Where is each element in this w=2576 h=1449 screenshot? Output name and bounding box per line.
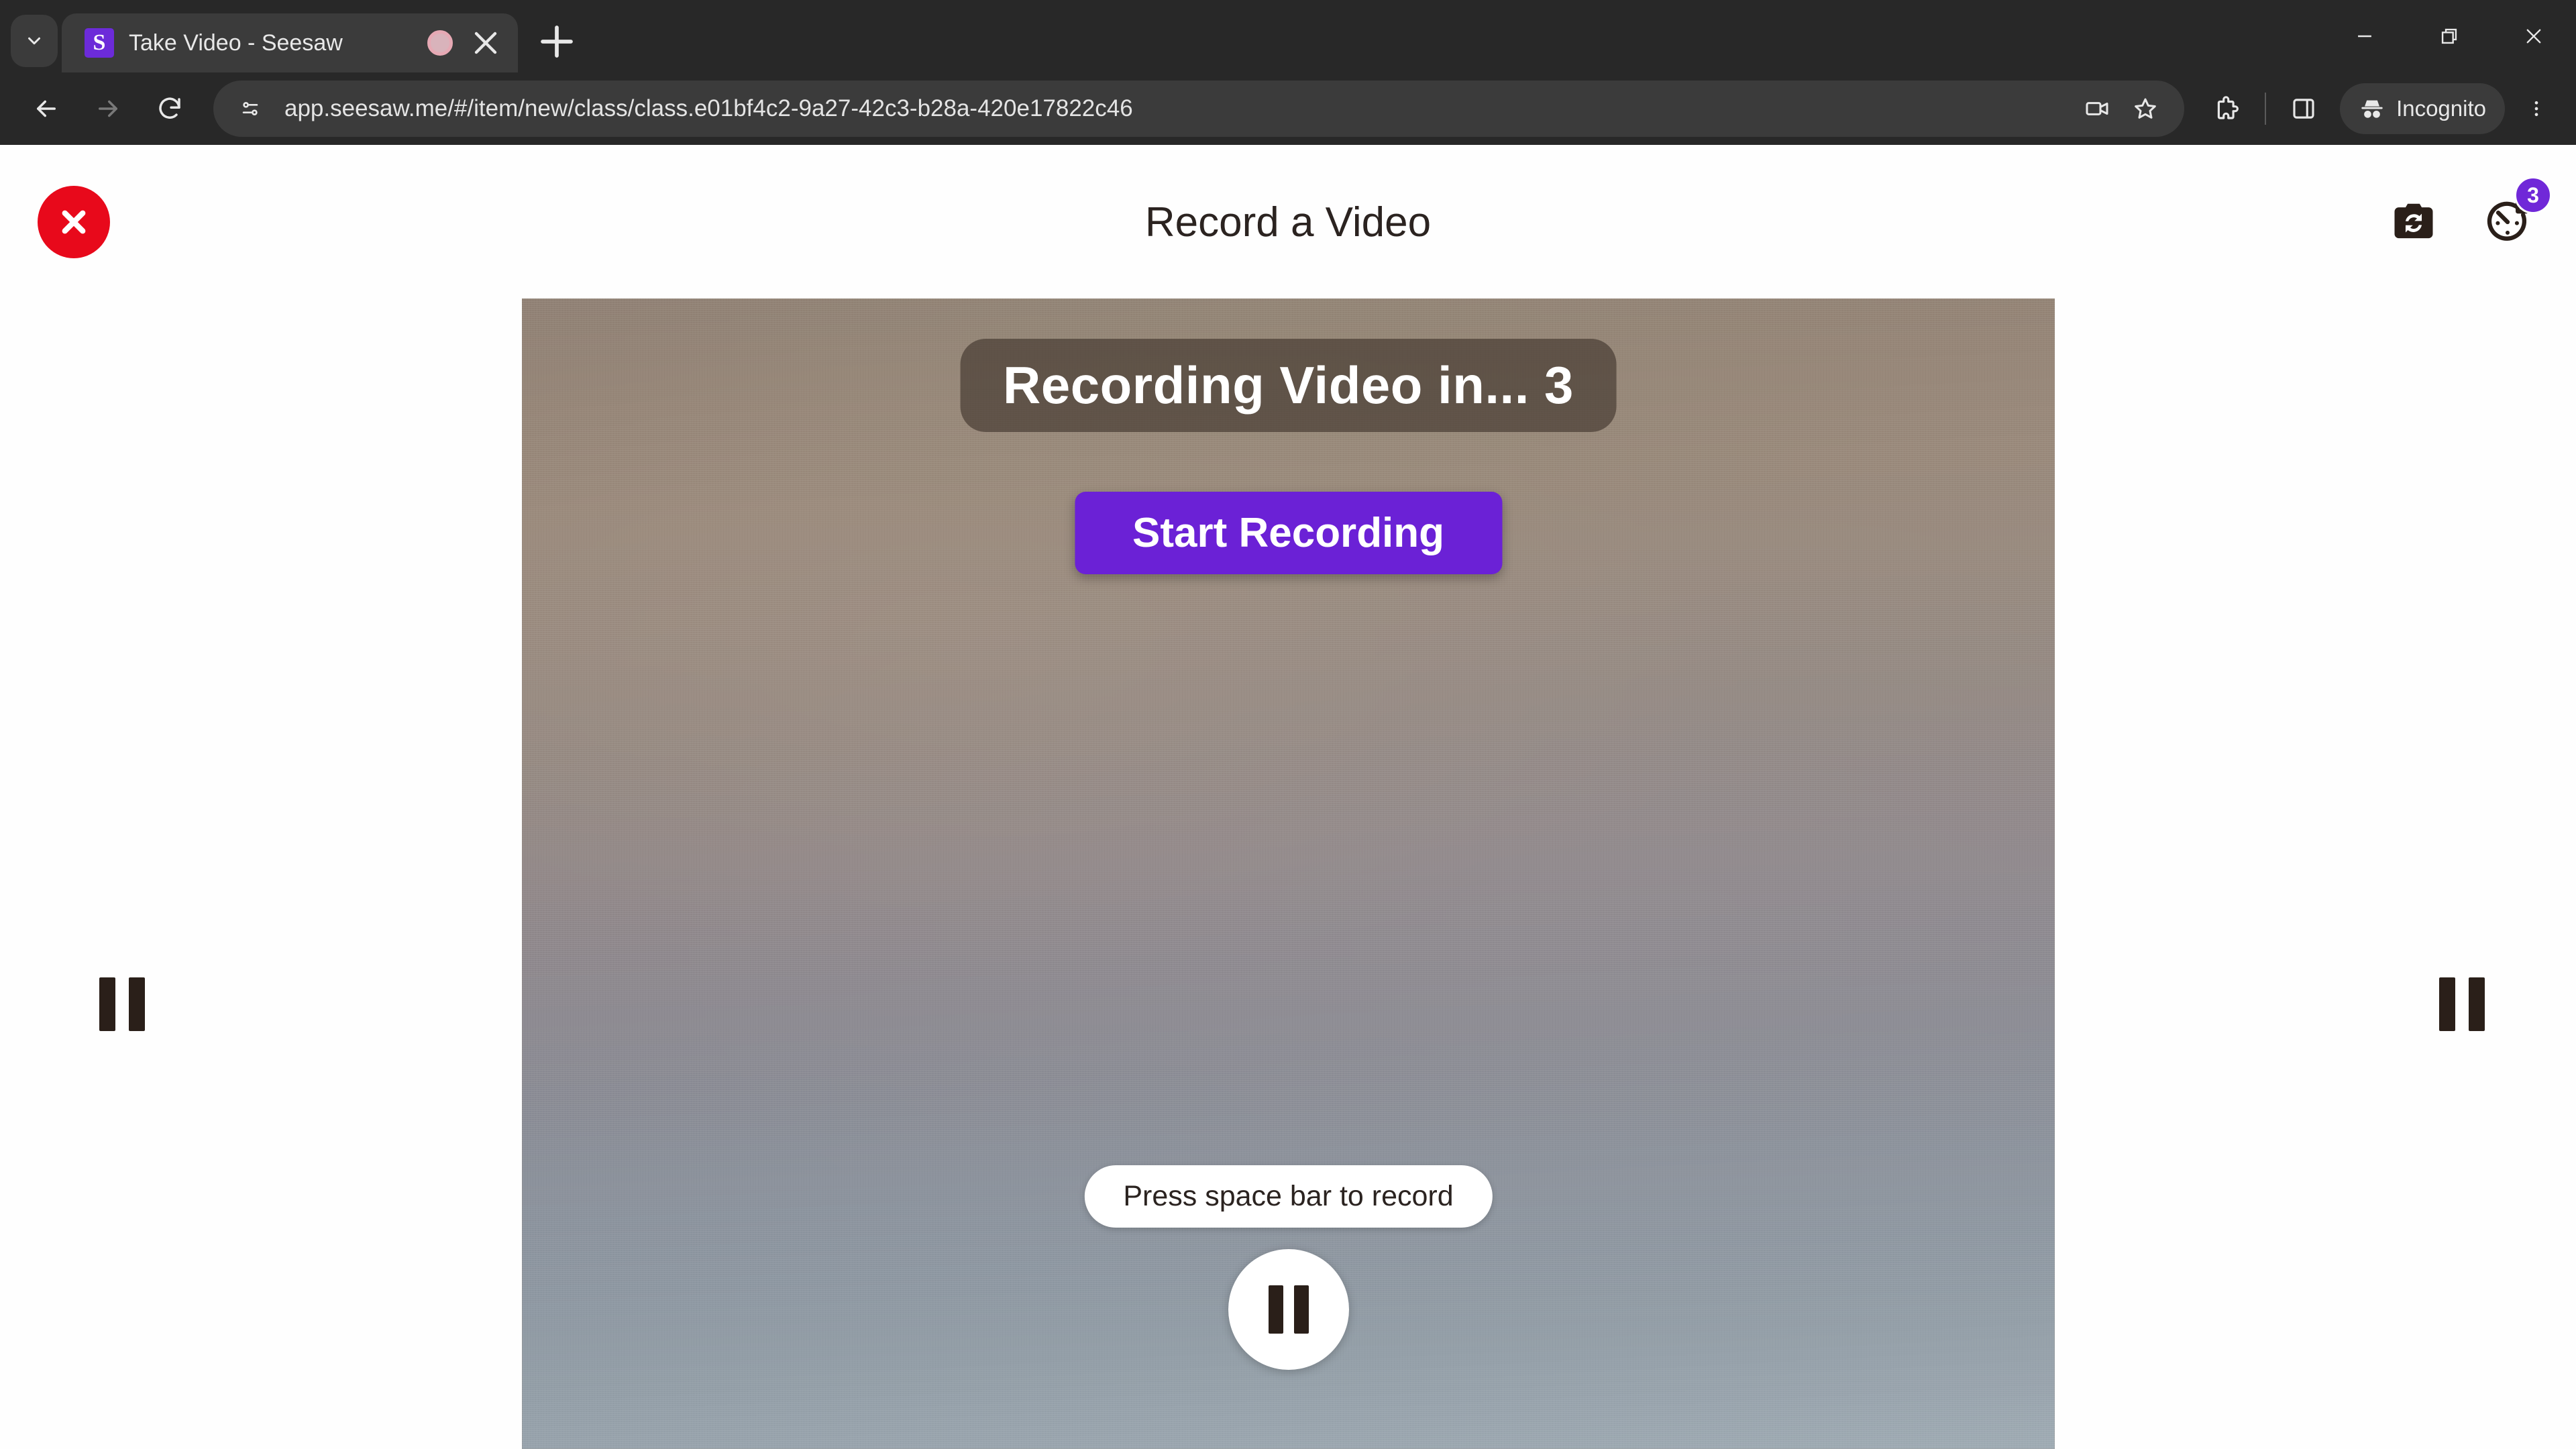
browser-tab[interactable]: S Take Video - Seesaw: [62, 13, 518, 72]
record-pause-button[interactable]: [1228, 1249, 1349, 1370]
seesaw-favicon: S: [85, 28, 114, 58]
window-minimize-button[interactable]: [2322, 0, 2407, 72]
header-actions: 3: [2383, 176, 2552, 253]
start-recording-label: Start Recording: [1132, 510, 1445, 556]
window-controls: [2322, 0, 2576, 72]
url-text[interactable]: app.seesaw.me/#/item/new/class/class.e01…: [284, 95, 2058, 122]
tab-recording-indicator-icon[interactable]: [425, 28, 455, 58]
space-bar-hint-label: Press space bar to record: [1123, 1180, 1454, 1212]
side-panel-icon: [2293, 99, 2314, 119]
media-capture-button[interactable]: [2076, 87, 2118, 130]
left-pause-indicator[interactable]: [99, 977, 145, 1031]
video-camera-icon: [2086, 102, 2108, 115]
star-icon: [2135, 98, 2156, 119]
toolbar-right-actions: Incognito: [2202, 83, 2560, 134]
camera-preview[interactable]: Recording Video in... 3 Start Recording …: [522, 299, 2055, 1449]
incognito-label: Incognito: [2396, 96, 2486, 121]
browser-toolbar: app.seesaw.me/#/item/new/class/class.e01…: [0, 72, 2576, 145]
restore-icon: [2441, 28, 2457, 44]
forward-button[interactable]: [80, 81, 136, 136]
reload-icon: [159, 97, 180, 119]
address-bar[interactable]: app.seesaw.me/#/item/new/class/class.e01…: [213, 80, 2185, 137]
arrow-right-icon: [99, 100, 117, 117]
tab-title: Take Video - Seesaw: [129, 30, 343, 56]
timer-button[interactable]: 3: [2477, 176, 2552, 253]
toolbar-divider: [2265, 93, 2267, 125]
switch-camera-icon: [2394, 203, 2433, 239]
app-header: Record a Video 3: [0, 145, 2576, 299]
page-settings-icon: [242, 102, 258, 115]
incognito-indicator[interactable]: Incognito: [2340, 83, 2505, 134]
start-recording-button[interactable]: Start Recording: [1074, 492, 1503, 574]
countdown-text: Recording Video in... 3: [1003, 356, 1574, 415]
countdown-overlay: Recording Video in... 3: [960, 339, 1617, 432]
three-dot-menu-icon: [2534, 101, 2538, 117]
page-content: Record a Video 3 Recording Video in... 3…: [0, 145, 2576, 1449]
right-pause-indicator[interactable]: [2439, 977, 2485, 1031]
window-close-button[interactable]: [2491, 0, 2576, 72]
arrow-left-icon: [37, 100, 56, 117]
browser-chrome: S Take Video - Seesaw app.seesaw.me/#/it…: [0, 0, 2576, 145]
page-title: Record a Video: [1144, 199, 1432, 246]
chevron-down-icon: [28, 37, 40, 45]
reload-button[interactable]: [142, 81, 197, 136]
new-tab-button[interactable]: [533, 17, 581, 66]
back-button[interactable]: [19, 81, 74, 136]
tab-search-button[interactable]: [11, 15, 58, 67]
side-panel-button[interactable]: [2278, 83, 2329, 134]
plus-icon: [541, 25, 573, 58]
extensions-button[interactable]: [2202, 83, 2253, 134]
extensions-puzzle-icon: [2217, 96, 2239, 119]
timer-count-badge: 3: [2514, 176, 2552, 214]
tab-close-button[interactable]: [470, 27, 502, 59]
omnibox-actions: [2076, 87, 2167, 130]
window-maximize-button[interactable]: [2407, 0, 2491, 72]
close-icon: [2526, 29, 2541, 44]
site-info-button[interactable]: [233, 92, 267, 125]
incognito-hat-icon: [2361, 100, 2383, 118]
minimize-icon: [2358, 35, 2371, 38]
close-icon: [474, 32, 497, 54]
close-recorder-button[interactable]: [38, 186, 110, 258]
space-bar-hint: Press space bar to record: [1084, 1165, 1493, 1228]
switch-camera-button[interactable]: [2383, 191, 2445, 253]
tab-strip: S Take Video - Seesaw: [0, 0, 2576, 72]
bookmark-button[interactable]: [2124, 87, 2167, 130]
pause-icon: [1268, 1285, 1309, 1334]
close-icon: [62, 210, 86, 234]
browser-menu-button[interactable]: [2513, 83, 2560, 134]
